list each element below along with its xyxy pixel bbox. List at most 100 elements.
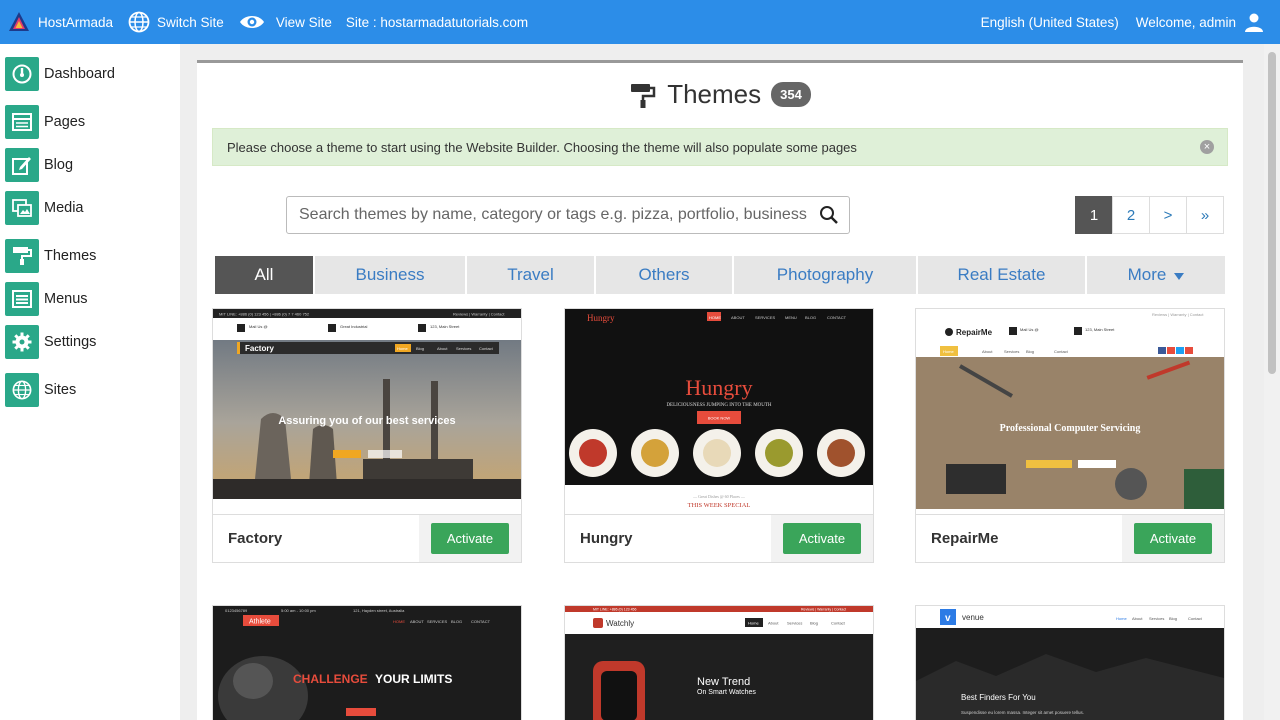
sidebar-item-sites[interactable]: Sites: [5, 373, 76, 407]
tab-photography[interactable]: Photography: [734, 256, 916, 294]
scrollbar-thumb[interactable]: [1268, 52, 1276, 374]
theme-card-athlete[interactable]: 0123456789 5:00 am - 10:00 pm 121, Hayde…: [212, 605, 522, 720]
tab-all[interactable]: All: [215, 256, 313, 294]
preview-headline: YOUR LIMITS: [375, 672, 452, 686]
search-input[interactable]: [299, 198, 819, 232]
activate-button[interactable]: Activate: [782, 523, 862, 554]
switch-site-label: Switch Site: [157, 14, 224, 30]
preview-nav-item: SERVICES: [755, 315, 775, 320]
site-label: Site : hostarmadatutorials.com: [345, 14, 529, 30]
caret-down-icon: [1174, 272, 1185, 280]
tab-more[interactable]: More: [1087, 256, 1225, 294]
theme-preview: v venue Home About Services Blog Contact…: [916, 606, 1224, 720]
media-icon: [5, 191, 39, 225]
theme-name: RepairMe: [931, 530, 999, 547]
preview-nav-item: Home: [943, 349, 954, 354]
tab-business[interactable]: Business: [315, 256, 465, 294]
view-site-button[interactable]: View Site: [238, 0, 332, 44]
preview-topline: 0123456789: [225, 608, 248, 613]
theme-preview: MIT LINE: +886 (0) 123 456 | +886 (0) 7 …: [213, 309, 521, 499]
sidebar-item-dashboard[interactable]: Dashboard: [5, 57, 115, 91]
brand-name: HostArmada: [38, 14, 114, 30]
theme-card-factory[interactable]: MIT LINE: +886 (0) 123 456 | +886 (0) 7 …: [212, 308, 522, 563]
alert-message: Please choose a theme to start using the…: [227, 139, 857, 155]
theme-preview: Hungry HOME ABOUT SERVICES MENU BLOG CON…: [565, 309, 873, 515]
paint-roller-icon: [5, 239, 39, 273]
menus-icon: [5, 282, 39, 316]
tab-travel[interactable]: Travel: [467, 256, 594, 294]
language-selector[interactable]: English (United States): [981, 0, 1119, 44]
theme-card-footer: Factory Activate: [213, 514, 521, 562]
sidebar-item-settings[interactable]: Settings: [5, 325, 96, 359]
watchly-preview-image: MIT LINE: +886 (0) 123 456 Reviews | War…: [565, 606, 873, 720]
preview-headline: Best Finders For You: [961, 693, 1036, 702]
theme-card-watchly[interactable]: MIT LINE: +886 (0) 123 456 Reviews | War…: [564, 605, 874, 720]
preview-info: 123, Main Street: [1085, 327, 1115, 332]
hungry-preview-image: Hungry HOME ABOUT SERVICES MENU BLOG CON…: [565, 309, 873, 515]
preview-cta: BOOK NOW: [708, 416, 731, 421]
theme-card-hungry[interactable]: Hungry HOME ABOUT SERVICES MENU BLOG CON…: [564, 308, 874, 563]
brand-link[interactable]: HostArmada: [8, 0, 113, 44]
sidebar-item-label: Blog: [44, 157, 74, 173]
theme-card-repairme[interactable]: Reviews | Warranty | Contact RepairMe Ma…: [915, 308, 1225, 563]
sidebar-item-menus[interactable]: Menus: [5, 282, 88, 316]
user-menu[interactable]: Welcome, admin: [1136, 0, 1264, 44]
preview-sub: On Smart Watches: [697, 689, 756, 696]
user-icon: [1245, 13, 1263, 32]
sidebar-item-themes[interactable]: Themes: [5, 239, 96, 273]
blog-icon: [5, 148, 39, 182]
switch-site-button[interactable]: Switch Site: [127, 0, 224, 44]
activate-button[interactable]: Activate: [1133, 523, 1213, 554]
scrollbar[interactable]: [1264, 44, 1280, 720]
preview-headline: Hungry: [685, 375, 752, 400]
last-page-button[interactable]: »: [1186, 196, 1224, 234]
preview-nav-item: About: [982, 349, 993, 354]
theme-name: Hungry: [580, 530, 633, 547]
tab-others[interactable]: Others: [596, 256, 732, 294]
preview-nav-item: CONTACT: [827, 315, 847, 320]
page-1-button[interactable]: 1: [1075, 196, 1113, 234]
preview-info: 123, Main Street: [430, 324, 460, 329]
theme-name: Factory: [228, 530, 283, 547]
theme-card-venue[interactable]: v venue Home About Services Blog Contact…: [915, 605, 1225, 720]
activate-button[interactable]: Activate: [430, 523, 510, 554]
pagination: 1 2 > »: [1075, 196, 1224, 234]
sidebar-item-pages[interactable]: Pages: [5, 105, 85, 139]
svg-text:v: v: [945, 613, 951, 624]
site-name: Site : hostarmadatutorials.com: [346, 0, 528, 44]
preview-nav-item: Home: [1116, 616, 1127, 621]
preview-info: Mail Us @: [249, 324, 268, 329]
preview-topline: MIT LINE: +886 (0) 123 456: [593, 608, 636, 612]
preview-brand: Athlete: [249, 619, 271, 626]
preview-nav-item: Services: [456, 346, 471, 351]
preview-topline: 5:00 am - 10:00 pm: [281, 608, 316, 613]
repairme-preview-image: Reviews | Warranty | Contact RepairMe Ma…: [916, 309, 1224, 509]
close-icon[interactable]: ×: [1200, 140, 1214, 154]
preview-info: Mail Us @: [1020, 327, 1039, 332]
preview-nav-item: ABOUT: [410, 619, 424, 624]
preview-nav-item: BLOG: [451, 619, 462, 624]
sidebar-item-label: Media: [44, 200, 84, 216]
gear-icon: [5, 325, 39, 359]
search-icon[interactable]: [819, 205, 839, 225]
globe-icon: [5, 373, 39, 407]
tab-real-estate[interactable]: Real Estate: [918, 256, 1085, 294]
sidebar-item-blog[interactable]: Blog: [5, 148, 73, 182]
sidebar-item-media[interactable]: Media: [5, 191, 84, 225]
preview-nav-item: Home: [397, 346, 408, 351]
preview-nav-item: Services: [787, 621, 802, 626]
next-page-button[interactable]: >: [1149, 196, 1187, 234]
page-2-button[interactable]: 2: [1112, 196, 1150, 234]
paint-roller-icon: [631, 83, 656, 108]
preview-toplinks: Reviews | Warranty | Contact: [453, 312, 505, 317]
tab-more-label: More: [1127, 265, 1167, 284]
venue-preview-image: v venue Home About Services Blog Contact…: [916, 606, 1224, 720]
preview-nav-item: BLOG: [805, 315, 816, 320]
sidebar-item-label: Settings: [44, 334, 97, 350]
preview-nav-item: About: [437, 346, 448, 351]
preview-info: Great Industrial: [340, 324, 367, 329]
preview-brand: Factory: [245, 344, 274, 353]
themes-count-badge: 354: [771, 82, 811, 107]
globe-icon: [127, 10, 151, 34]
preview-bottom: THIS WEEK SPECIAL: [688, 502, 751, 509]
